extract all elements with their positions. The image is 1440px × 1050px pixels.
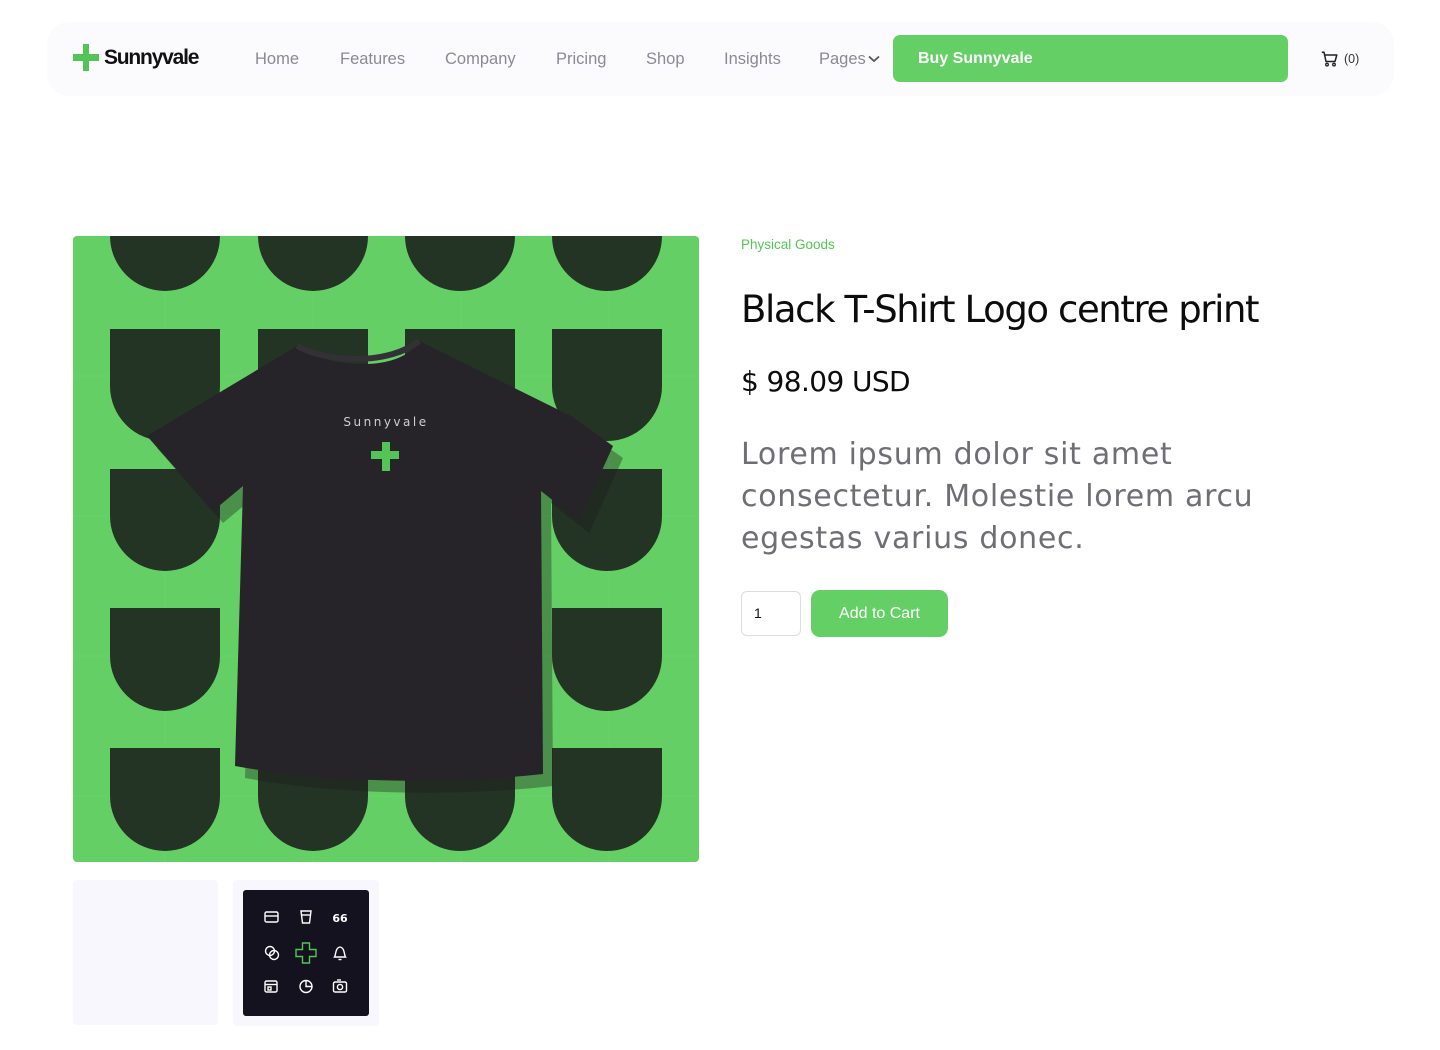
product-price: $ 98.09 USD xyxy=(741,365,911,398)
add-to-cart-button[interactable]: Add to Cart xyxy=(811,590,948,637)
bell-icon xyxy=(333,946,347,961)
thumbnail-blank[interactable] xyxy=(73,880,218,1025)
plus-logo-icon xyxy=(295,942,317,964)
nav-insights[interactable]: Insights xyxy=(724,49,781,69)
product-title: Black T-Shirt Logo centre print xyxy=(741,288,1260,331)
cart-count: (0) xyxy=(1344,52,1360,66)
nav-features[interactable]: Features xyxy=(340,49,405,69)
brand-logo[interactable]: Sunnyvale xyxy=(73,44,199,71)
product-main-image: Sunnyvale xyxy=(73,236,699,862)
calendar-icon xyxy=(264,980,278,993)
cart-icon xyxy=(1321,51,1338,67)
top-navbar: Sunnyvale Home Features Company Pricing … xyxy=(47,22,1394,96)
thumbnail-icon-grid[interactable]: 66 xyxy=(233,880,379,1026)
cup-icon xyxy=(300,910,312,924)
cart-button[interactable]: (0) xyxy=(1321,51,1359,67)
buy-sunnyvale-button[interactable]: Buy Sunnyvale xyxy=(893,35,1288,82)
nav-shop[interactable]: Shop xyxy=(646,49,685,69)
pie-chart-icon xyxy=(299,979,313,994)
chevron-down-icon xyxy=(868,55,880,63)
card-icon xyxy=(264,911,279,923)
chat-icon xyxy=(264,945,280,961)
product-description: Lorem ipsum dolor sit amet consectetur. … xyxy=(741,437,1254,556)
camera-icon xyxy=(332,979,348,993)
nav-pricing[interactable]: Pricing xyxy=(556,49,606,69)
product-category[interactable]: Physical Goods xyxy=(741,236,835,254)
nav-home[interactable]: Home xyxy=(255,49,299,69)
quote-icon: 66 xyxy=(332,912,348,925)
shirt-print-text: Sunnyvale xyxy=(343,415,428,429)
nav-pages-label: Pages xyxy=(819,50,866,68)
nav-company[interactable]: Company xyxy=(445,49,516,69)
quantity-input[interactable]: 1 xyxy=(741,591,801,636)
nav-pages-dropdown[interactable]: Pages xyxy=(819,49,880,69)
brand-name: Sunnyvale xyxy=(104,46,199,69)
icon-grid-preview: 66 xyxy=(243,890,369,1016)
plus-logo-icon xyxy=(73,44,99,71)
